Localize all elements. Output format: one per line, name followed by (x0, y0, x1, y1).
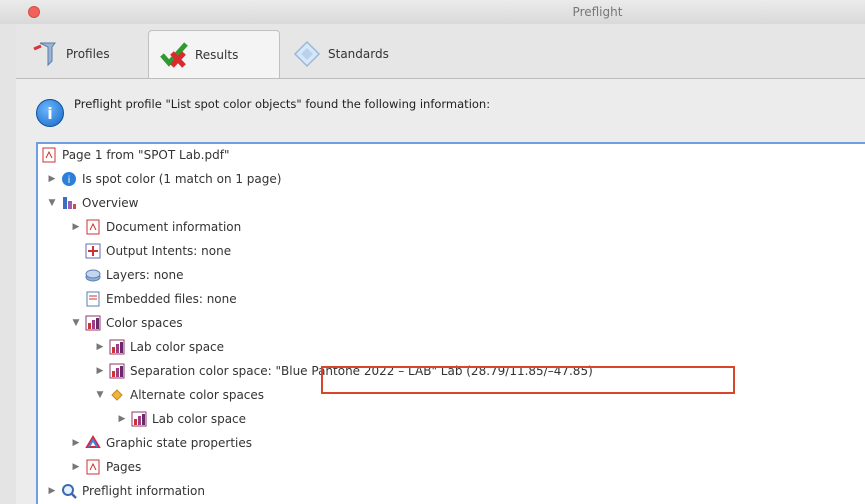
pdf-pages-icon (84, 458, 102, 476)
preflight-window: Preflight Profiles Results Standards i P… (0, 0, 865, 504)
tree-row-preflight-info[interactable]: ▶ Preflight information (46, 480, 205, 502)
tree-row-color-spaces[interactable]: ▼ Color spaces (70, 312, 183, 334)
standards-icon (292, 39, 322, 69)
tab-results[interactable]: Results (148, 30, 280, 78)
tree-row-label: Document information (106, 220, 242, 234)
expand-arrow-icon[interactable]: ▶ (70, 438, 82, 448)
tree-row-spot-color[interactable]: ▶ i Is spot color (1 match on 1 page) (46, 168, 281, 190)
tree-row-embedded-files[interactable]: Embedded files: none (82, 288, 237, 310)
expand-arrow-icon[interactable]: ▶ (70, 222, 82, 232)
tab-profiles-label: Profiles (66, 47, 110, 61)
tree-row-label: Is spot color (1 match on 1 page) (82, 172, 282, 186)
tree-row-graphic-state[interactable]: ▶ Graphic state properties (70, 432, 252, 454)
output-intent-icon (84, 242, 102, 260)
tree-row-label: Page 1 from "SPOT Lab.pdf" (62, 148, 230, 162)
tree-row-label: Lab color space (152, 412, 247, 426)
info-banner: i Preflight profile "List spot color obj… (36, 93, 490, 127)
tree-row-layers[interactable]: Layers: none (82, 264, 184, 286)
tree-row-label: Layers: none (106, 268, 184, 282)
collapse-arrow-icon[interactable]: ▼ (94, 390, 106, 400)
results-check-icon (159, 40, 189, 70)
tree-row-label: Overview (82, 196, 139, 210)
overview-icon (60, 194, 78, 212)
results-panel: i Preflight profile "List spot color obj… (16, 79, 865, 504)
tree-row-lab-color-space[interactable]: ▶ Lab color space (94, 336, 224, 358)
highlight-box (321, 366, 735, 394)
pdf-document-icon (84, 218, 102, 236)
title-bar: Preflight (0, 0, 865, 25)
alternate-diamond-icon (108, 386, 126, 404)
tab-bar: Profiles Results Standards (16, 24, 865, 79)
preflight-magnifier-icon (60, 482, 78, 500)
tree-row-document-info[interactable]: ▶ Document information (70, 216, 241, 238)
color-space-icon (108, 362, 126, 380)
color-space-icon (108, 338, 126, 356)
color-space-icon (84, 314, 102, 332)
tree-row-pages[interactable]: ▶ Pages (70, 456, 141, 478)
tab-standards[interactable]: Standards (282, 30, 422, 78)
tree-row-label: Output Intents: none (106, 244, 232, 258)
window-title: Preflight (572, 5, 623, 19)
collapse-arrow-icon[interactable]: ▼ (46, 198, 58, 208)
tree-row-label: Embedded files: none (106, 292, 237, 306)
collapse-arrow-icon[interactable]: ▼ (70, 318, 82, 328)
tree-row-alternate-color-spaces[interactable]: ▼ Alternate color spaces (94, 384, 265, 406)
expand-arrow-icon[interactable]: ▶ (46, 174, 58, 184)
tab-results-label: Results (195, 47, 239, 62)
expand-arrow-icon[interactable]: ▶ (94, 342, 106, 352)
embedded-files-icon (84, 290, 102, 308)
info-message: Preflight profile "List spot color objec… (74, 97, 491, 111)
info-icon: i (36, 99, 64, 127)
tree-row-label: Alternate color spaces (130, 388, 265, 402)
tree-row-label: Graphic state properties (106, 436, 253, 450)
tree-row-label: Color spaces (106, 316, 183, 330)
window-edge (0, 24, 16, 504)
tree-row-overview[interactable]: ▼ Overview (46, 192, 139, 214)
tree-row-alt-lab-color-space[interactable]: ▶ Lab color space (116, 408, 246, 430)
expand-arrow-icon[interactable]: ▶ (46, 486, 58, 496)
profiles-icon (30, 39, 60, 69)
info-circle-icon: i (60, 170, 78, 188)
tree-row-label: Pages (106, 460, 142, 474)
layers-icon (84, 266, 102, 284)
graphic-state-icon (84, 434, 102, 452)
tab-profiles[interactable]: Profiles (30, 30, 150, 78)
tree-row-label: Lab color space (130, 340, 225, 354)
expand-arrow-icon[interactable]: ▶ (116, 414, 128, 424)
expand-arrow-icon[interactable]: ▶ (94, 366, 106, 376)
tree-row-output-intents[interactable]: Output Intents: none (82, 240, 231, 262)
tab-standards-label: Standards (328, 47, 389, 61)
tree-row-label: Preflight information (82, 484, 205, 498)
pdf-file-icon (40, 146, 58, 164)
color-space-icon (130, 410, 148, 428)
tree-row-page[interactable]: Page 1 from "SPOT Lab.pdf" (38, 144, 229, 166)
results-tree[interactable]: Page 1 from "SPOT Lab.pdf" ▶ i Is spot c… (36, 142, 865, 504)
svg-text:i: i (68, 175, 71, 186)
expand-arrow-icon[interactable]: ▶ (70, 462, 82, 472)
